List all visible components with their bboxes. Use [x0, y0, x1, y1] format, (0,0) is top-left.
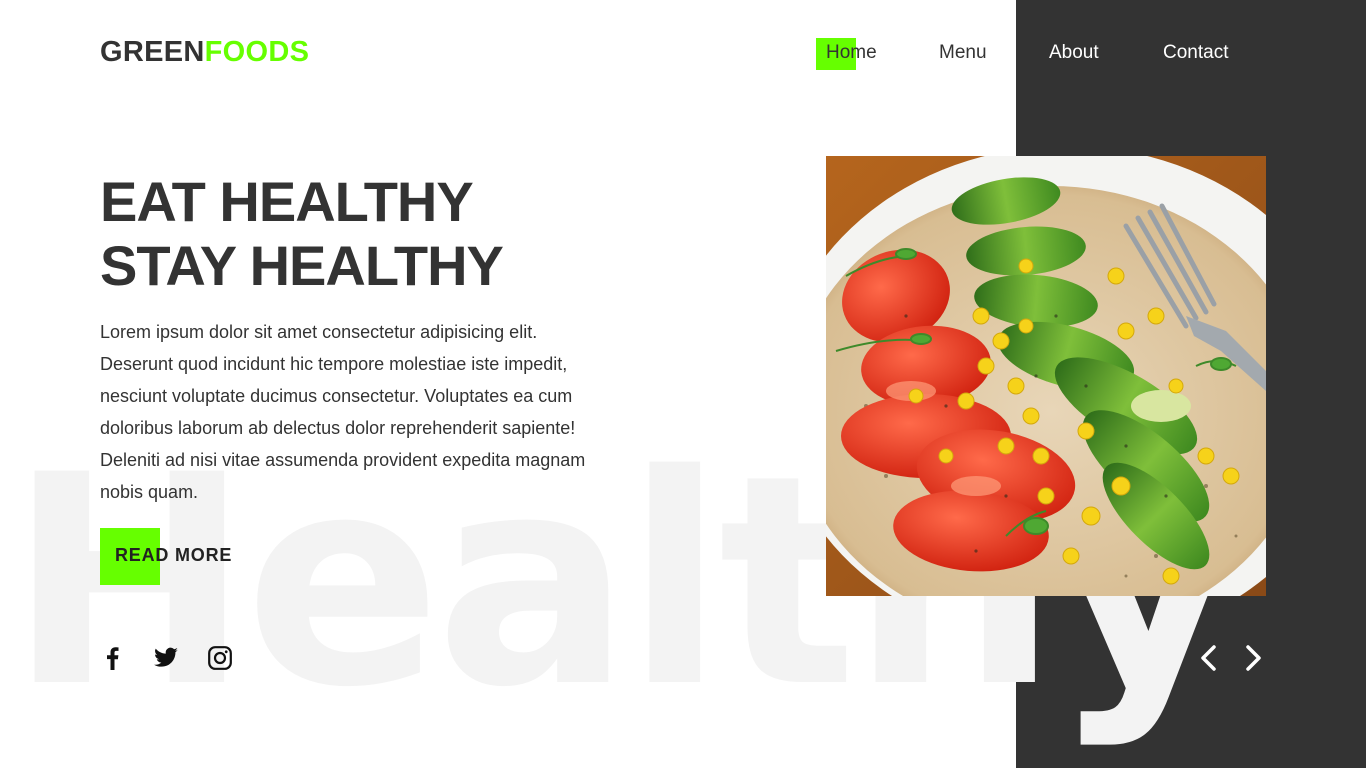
hero-title: EAT HEALTHY STAY HEALTHY — [100, 170, 504, 298]
brand-name-part1: GREEN — [100, 36, 205, 68]
nav-about-link[interactable]: About — [1049, 42, 1099, 64]
hero-title-line-2: STAY HEALTHY — [100, 234, 504, 297]
nav-menu-link[interactable]: Menu — [939, 42, 987, 64]
food-photo — [826, 156, 1266, 596]
nav-contact-link[interactable]: Contact — [1163, 42, 1228, 64]
chevron-left-icon[interactable] — [1198, 644, 1222, 672]
hero-title-line-1: EAT HEALTHY — [100, 170, 474, 233]
nav-home-link[interactable]: Home — [826, 42, 877, 64]
read-more-button[interactable]: READ MORE — [115, 545, 232, 566]
facebook-icon[interactable] — [100, 645, 126, 671]
brand-name-part2: FOODS — [204, 36, 310, 68]
twitter-icon[interactable] — [153, 645, 179, 671]
chevron-right-icon[interactable] — [1242, 644, 1266, 672]
hero-description: Lorem ipsum dolor sit amet consectetur a… — [100, 322, 586, 502]
instagram-icon[interactable] — [207, 645, 233, 671]
brand-logo[interactable]: GREENFOODS — [100, 36, 309, 69]
